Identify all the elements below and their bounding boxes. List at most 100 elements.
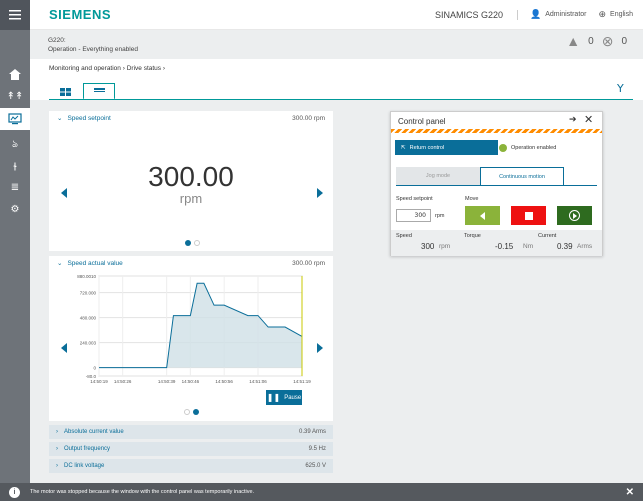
operation-enabled-label: Operation enabled <box>511 145 557 151</box>
nav-home[interactable] <box>0 63 30 85</box>
pager-dot[interactable] <box>194 240 200 246</box>
next-arrow-icon[interactable] <box>317 188 323 198</box>
notification-close-icon[interactable]: ✕ <box>626 487 634 498</box>
pause-button[interactable]: ❚❚ Pause <box>266 390 302 405</box>
monitor-icon <box>8 113 22 125</box>
warning-count: 0 <box>588 36 594 47</box>
pin-icon[interactable]: ➔ <box>569 115 577 125</box>
stethoscope-icon: ঌ <box>11 138 19 150</box>
chevron-right-icon: › <box>56 446 58 452</box>
row-absolute-current[interactable]: › Absolute current value 0.39 Arms <box>49 425 333 439</box>
row-label: Absolute current value <box>64 429 124 435</box>
status-message: Operation - Everything enabled <box>48 46 138 53</box>
left-nav: ↟↟ ঌ ⫳ ≣ ⚙ <box>0 0 30 501</box>
control-panel: Control panel ➔ ✕ ⇱ Return control Opera… <box>390 111 603 256</box>
x-tick-label: 14:51:06 <box>249 379 267 384</box>
pager-dot[interactable] <box>184 409 190 415</box>
torque-readout-unit: Nm <box>523 243 534 250</box>
row-dc-link-voltage[interactable]: › DC link voltage 625.0 V <box>49 459 333 473</box>
error-icon[interactable]: ⊗ <box>602 34 614 48</box>
setup-icon: ↟↟ <box>6 90 24 102</box>
x-tick-label: 14:51:19 <box>293 379 311 384</box>
pause-icon: ❚❚ <box>266 393 281 402</box>
mode-tab-line <box>396 185 597 186</box>
control-panel-readouts: Speed 300 rpm Torque -0.15 Nm Current 0.… <box>391 230 602 256</box>
home-icon <box>9 68 21 80</box>
play-circle-icon <box>569 210 580 221</box>
return-icon: ⇱ <box>401 144 406 151</box>
notification-bar: i The motor was stopped because the wind… <box>0 483 643 501</box>
return-control-button[interactable]: ⇱ Return control <box>395 140 498 155</box>
pause-label: Pause <box>284 394 302 401</box>
stop-icon <box>524 211 533 220</box>
siemens-logo: SIEMENS <box>49 7 112 22</box>
pager-dot-active[interactable] <box>185 240 191 246</box>
check-circle-icon <box>499 144 507 152</box>
current-readout-value: 0.39 <box>557 242 573 251</box>
row-value: 0.39 Arms <box>298 429 326 435</box>
continuous-motion-label: Continuous motion <box>499 173 545 180</box>
tab-tile-view[interactable] <box>49 83 81 100</box>
speed-actual-card: ⌄ Speed actual value 300.00 rpm 880.0010… <box>49 256 333 421</box>
menu-button[interactable] <box>0 0 30 30</box>
speed-actual-value: 300.00 rpm <box>292 259 325 267</box>
y-tick-label: 0 <box>93 366 96 371</box>
breadcrumb-item-monitoring[interactable]: Monitoring and operation <box>49 65 121 72</box>
chevron-down-icon: ⌄ <box>57 260 63 267</box>
chart-next-arrow-icon[interactable] <box>317 343 323 353</box>
move-label: Move <box>465 196 479 202</box>
move-right-button[interactable] <box>557 206 592 225</box>
close-icon[interactable]: ✕ <box>584 113 593 126</box>
nav-setup[interactable]: ↟↟ <box>0 85 30 107</box>
breadcrumb-item-drive-status[interactable]: Drive status <box>127 65 161 72</box>
nav-monitoring[interactable] <box>0 108 30 130</box>
tab-continuous-motion[interactable]: Continuous motion <box>480 167 564 185</box>
speed-setpoint-unit: rpm <box>179 191 203 206</box>
speed-setpoint-header[interactable]: ⌄ Speed setpoint 300.00 rpm <box>49 111 333 125</box>
language-selector[interactable]: English <box>610 11 633 18</box>
prev-arrow-icon[interactable] <box>61 188 67 198</box>
user-name[interactable]: Administrator <box>545 11 586 18</box>
chart-prev-arrow-icon[interactable] <box>61 343 67 353</box>
speed-setpoint-input[interactable]: 300 <box>396 209 431 222</box>
chevron-right-icon: › <box>162 65 166 72</box>
status-bar: G220: Operation - Everything enabled ▲ 0… <box>30 30 643 59</box>
pager-dot-active[interactable] <box>193 409 199 415</box>
current-readout-label: Current <box>538 233 557 239</box>
speed-setpoint-label: Speed setpoint <box>396 196 433 202</box>
warning-icon[interactable]: ▲ <box>566 34 580 48</box>
tab-jog-mode[interactable]: Jog mode <box>396 167 480 185</box>
x-tick-label: 14:50:39 <box>158 379 176 384</box>
y-tick-label: 480.000 <box>80 316 97 321</box>
x-tick-label: 14:50:19 <box>90 379 108 384</box>
x-tick-label: 14:50:46 <box>182 379 200 384</box>
settings-wrench-icon[interactable]: Y <box>617 82 624 95</box>
nav-system[interactable]: ⚙ <box>0 198 30 220</box>
speed-setpoint-big-value: 300.00 <box>148 161 234 192</box>
tab-list-view[interactable] <box>83 83 115 100</box>
torque-readout-value: -0.15 <box>495 242 514 251</box>
row-label: DC link voltage <box>64 463 105 469</box>
move-left-button[interactable] <box>465 206 500 225</box>
user-icon: 👤 <box>530 9 542 19</box>
globe-icon: ⊕ <box>598 9 607 19</box>
chevron-right-icon: › <box>56 463 58 469</box>
row-label: Output frequency <box>64 446 111 452</box>
y-tick-label: 240.003 <box>80 341 97 346</box>
nav-diagnostics[interactable]: ঌ <box>0 134 30 156</box>
return-control-label: Return control <box>409 144 445 151</box>
speed-setpoint-title: Speed setpoint <box>67 114 111 122</box>
speed-actual-title: Speed actual value <box>67 259 123 267</box>
left-triangle-icon <box>480 211 485 220</box>
x-tick-label: 14:50:26 <box>114 379 132 384</box>
list-view-icon <box>93 87 105 92</box>
nav-list[interactable]: ≣ <box>0 176 30 198</box>
top-header: SIEMENS SINAMICS G220 👤 Administrator ⊕ … <box>30 0 643 30</box>
y-tick-label: 880.0010 <box>77 274 96 279</box>
stop-button[interactable] <box>511 206 546 225</box>
nav-parameters[interactable]: ⫳ <box>0 155 30 177</box>
row-output-frequency[interactable]: › Output frequency 9.5 Hz <box>49 442 333 456</box>
speed-readout-unit: rpm <box>439 243 451 250</box>
speed-actual-header[interactable]: ⌄ Speed actual value 300.00 rpm <box>49 256 333 270</box>
x-tick-label: 14:50:56 <box>215 379 233 384</box>
